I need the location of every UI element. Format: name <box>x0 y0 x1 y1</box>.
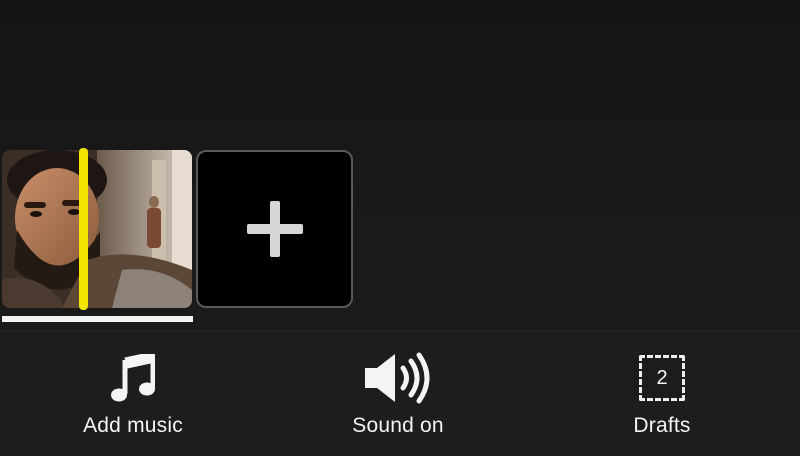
speaker-icon <box>358 349 438 407</box>
add-music-button[interactable]: Add music <box>33 331 233 456</box>
drafts-icon: 2 <box>622 349 702 407</box>
drafts-count: 2 <box>639 355 685 401</box>
video-clip-thumbnail[interactable] <box>2 150 192 308</box>
plus-icon <box>246 201 303 257</box>
playhead-marker[interactable] <box>79 148 88 310</box>
add-music-label: Add music <box>83 414 183 437</box>
drafts-label: Drafts <box>633 414 691 437</box>
video-frame-image <box>2 150 192 308</box>
sound-on-label: Sound on <box>352 414 444 437</box>
drafts-button[interactable]: 2 Drafts <box>562 331 762 456</box>
selected-clip-indicator <box>2 316 193 322</box>
add-clip-button[interactable] <box>196 150 353 308</box>
video-editor-screen: Add music Sound on 2 Drafts <box>0 0 800 456</box>
music-note-icon <box>93 349 173 407</box>
bottom-toolbar: Add music Sound on 2 Drafts <box>0 330 800 456</box>
sound-toggle-button[interactable]: Sound on <box>298 331 498 456</box>
